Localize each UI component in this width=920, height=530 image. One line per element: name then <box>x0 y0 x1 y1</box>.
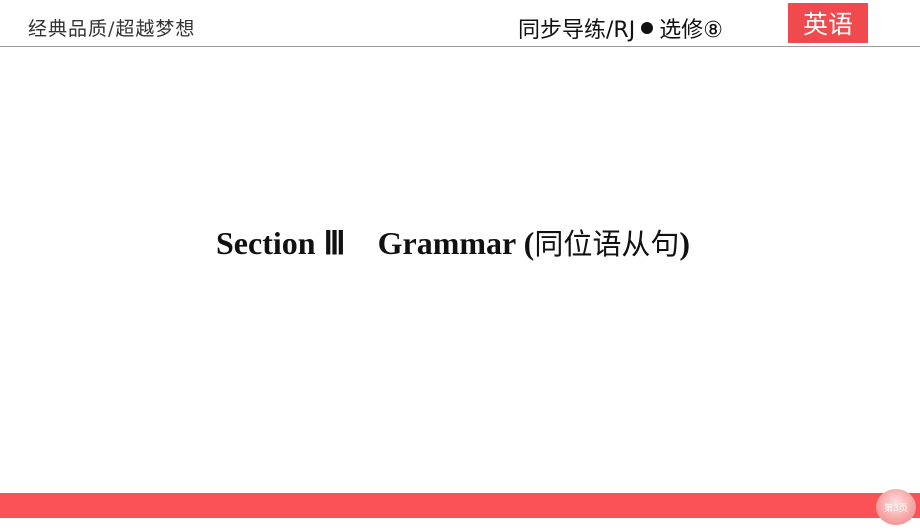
series-label: 同步导练/RJ <box>518 18 636 43</box>
section-title-close: ) <box>679 225 690 261</box>
subject-badge: 英语 <box>788 3 868 43</box>
bullet-dot-icon <box>641 22 654 34</box>
header-slogan: 经典品质/超越梦想 <box>28 18 196 40</box>
footer-bar <box>0 493 920 518</box>
volume-label: 选修⑧ <box>659 18 723 43</box>
page-number-label: 第3页 <box>884 503 908 514</box>
section-title-cn: 同位语从句 <box>534 227 680 261</box>
page-number-badge: 第3页 <box>876 489 916 525</box>
section-title: Section Ⅲ Grammar (同位语从句) <box>216 218 690 264</box>
header-divider <box>0 46 920 47</box>
header-book-info: 同步导练/RJ 选修⑧ <box>518 12 723 44</box>
section-title-en: Section Ⅲ Grammar ( <box>216 225 535 261</box>
